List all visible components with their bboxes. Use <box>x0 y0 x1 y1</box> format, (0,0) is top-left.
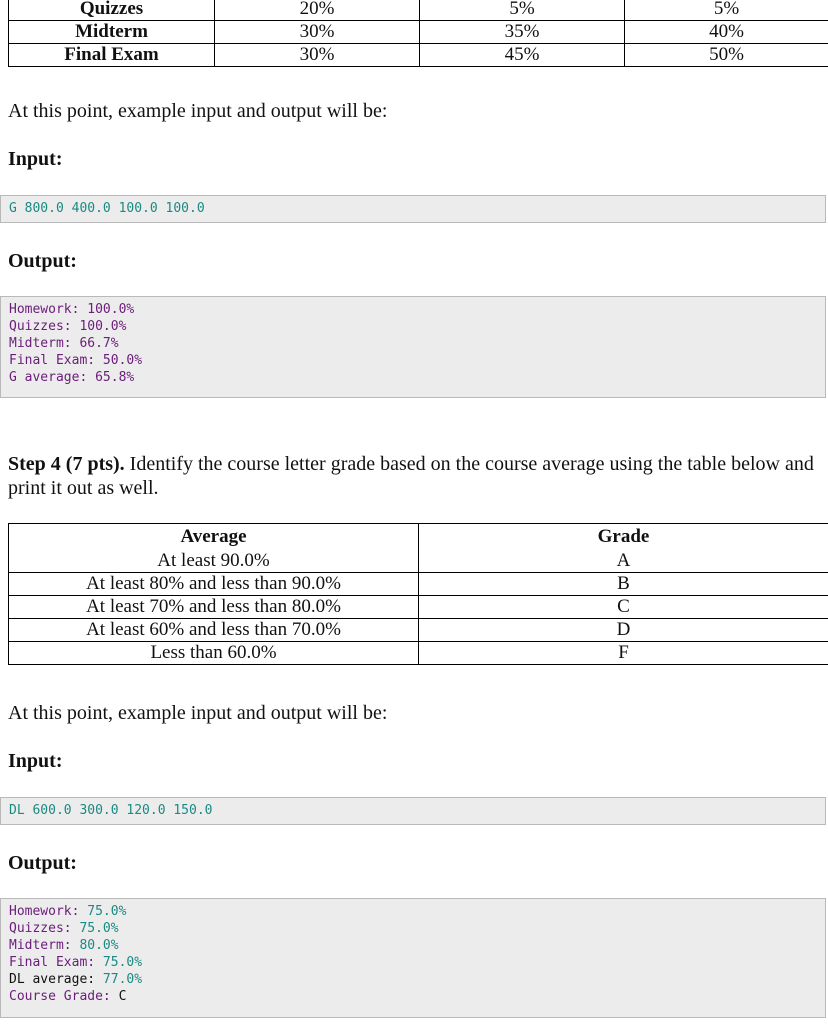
output-line: Final Exam: 50.0% <box>9 353 143 368</box>
row-label: Quizzes <box>8 0 215 21</box>
table-row: Quizzes 20% 5% 5% <box>8 0 828 21</box>
table-header-row: Average Grade <box>8 523 828 550</box>
table-row: At least 90.0% A <box>8 550 828 573</box>
step4-text: Identify the course letter grade based o… <box>8 453 814 499</box>
output-line: Midterm: 66.7% <box>9 336 119 351</box>
table-cell: 35% <box>419 20 625 44</box>
table-cell: 40% <box>624 20 828 44</box>
output-code-block: Homework: 75.0% Quizzes: 75.0% Midterm: … <box>0 898 826 1018</box>
output-line: Quizzes: 100.0% <box>9 319 127 334</box>
row-label: Final Exam <box>8 43 215 67</box>
weights-table: Quizzes 20% 5% 5% Midterm 30% 35% 40% Fi… <box>8 0 828 67</box>
average-cell: At least 90.0% <box>8 550 419 573</box>
grade-cell: C <box>418 595 828 619</box>
table-row: At least 60% and less than 70.0% D <box>8 618 828 642</box>
output-line: Homework: 75.0% <box>9 904 127 919</box>
table-cell: 50% <box>624 43 828 67</box>
output-code-block: Homework: 100.0% Quizzes: 100.0% Midterm… <box>0 296 826 398</box>
output-heading: Output: <box>8 852 77 874</box>
grade-table: Average Grade At least 90.0% A At least … <box>8 523 828 665</box>
input-heading: Input: <box>8 750 63 772</box>
table-row: Less than 60.0% F <box>8 641 828 665</box>
table-cell: 30% <box>214 43 420 67</box>
table-cell: 45% <box>419 43 625 67</box>
output-line: Course Grade: C <box>9 989 127 1004</box>
input-code-block: G 800.0 400.0 100.0 100.0 <box>0 195 826 223</box>
table-cell: 5% <box>419 0 625 21</box>
row-label: Midterm <box>8 20 215 44</box>
input-code-block: DL 600.0 300.0 120.0 150.0 <box>0 797 826 825</box>
grade-cell: B <box>418 572 828 596</box>
step4-paragraph: Step 4 (7 pts). Identify the course lett… <box>8 452 823 500</box>
output-line: DL average: 77.0% <box>9 972 143 987</box>
table-row: Final Exam 30% 45% 50% <box>8 43 828 67</box>
table-row: At least 80% and less than 90.0% B <box>8 572 828 596</box>
grade-cell: A <box>418 550 828 573</box>
output-line: Homework: 100.0% <box>9 302 135 317</box>
output-heading: Output: <box>8 250 77 272</box>
average-cell: Less than 60.0% <box>8 641 419 665</box>
column-header-grade: Grade <box>418 523 828 550</box>
input-code: DL 600.0 300.0 120.0 150.0 <box>9 803 213 818</box>
average-cell: At least 60% and less than 70.0% <box>8 618 419 642</box>
output-line: Quizzes: 75.0% <box>9 921 119 936</box>
table-row: At least 70% and less than 80.0% C <box>8 595 828 619</box>
table-cell: 5% <box>624 0 828 21</box>
table-row: Midterm 30% 35% 40% <box>8 20 828 44</box>
output-line: G average: 65.8% <box>9 370 135 385</box>
input-code: G 800.0 400.0 100.0 100.0 <box>9 201 205 216</box>
input-heading: Input: <box>8 148 63 170</box>
output-line: Final Exam: 75.0% <box>9 955 143 970</box>
step4-title: Step 4 (7 pts). <box>8 453 125 475</box>
table-cell: 30% <box>214 20 420 44</box>
grade-cell: D <box>418 618 828 642</box>
average-cell: At least 70% and less than 80.0% <box>8 595 419 619</box>
average-cell: At least 80% and less than 90.0% <box>8 572 419 596</box>
output-line: Midterm: 80.0% <box>9 938 119 953</box>
column-header-average: Average <box>8 523 419 550</box>
grade-cell: F <box>418 641 828 665</box>
table-cell: 20% <box>214 0 420 21</box>
intro-text: At this point, example input and output … <box>8 702 388 724</box>
intro-text: At this point, example input and output … <box>8 100 388 122</box>
